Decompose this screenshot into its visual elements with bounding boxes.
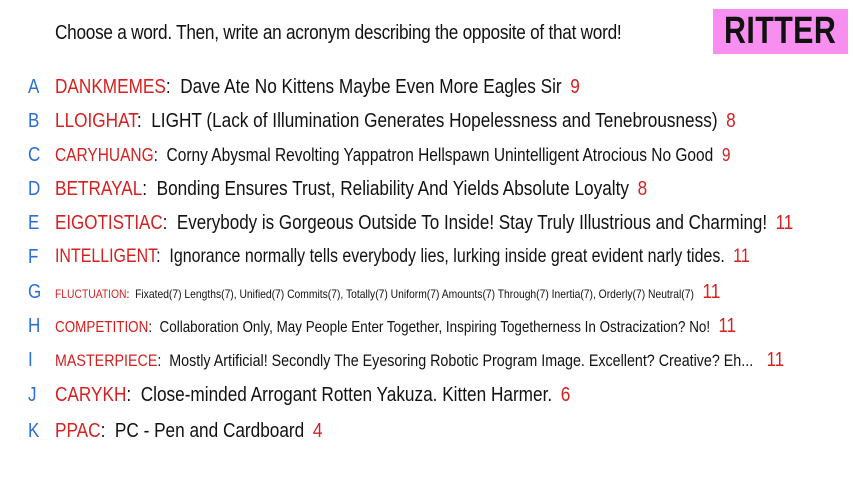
entry-acronym: Dave Ate No Kittens Maybe Even More Eagl…: [180, 76, 562, 98]
entry-acronym: Corny Abysmal Revolting Yappatron Hellsp…: [166, 145, 714, 165]
entry-letter: B: [28, 110, 40, 132]
entry-i: I MASTERPIECE: Mostly Artificial! Second…: [0, 345, 853, 375]
entry-letter: J: [28, 384, 37, 406]
entry-line: CARYHUANG: Corny Abysmal Revolting Yappa…: [55, 140, 730, 170]
entry-g: G FLUCTUATION: Fixated(7) Lengths(7), Un…: [0, 277, 853, 307]
entry-acronym: Bonding Ensures Trust, Reliability And Y…: [156, 178, 629, 200]
entry-score: 8: [726, 110, 736, 132]
entry-line: INTELLIGENT: Ignorance normally tells ev…: [55, 242, 750, 272]
entry-separator: :: [157, 351, 170, 370]
entry-separator: :: [148, 319, 160, 336]
entry-acronym: Everybody is Gorgeous Outside To Inside!…: [176, 212, 768, 234]
entry-word: LLOIGHAT: [55, 110, 137, 132]
entry-separator: :: [126, 287, 136, 301]
entry-line: PPAC: PC - Pen and Cardboard 4: [55, 416, 322, 446]
entry-letter: H: [28, 315, 41, 337]
entry-acronym: PC - Pen and Cardboard: [114, 420, 305, 442]
entry-word: CARYHUANG: [55, 145, 154, 165]
entry-e: E EIGOTISTIAC: Everybody is Gorgeous Out…: [0, 208, 853, 238]
entry-line: BETRAYAL: Bonding Ensures Trust, Reliabi…: [55, 174, 647, 204]
entry-k: K PPAC: PC - Pen and Cardboard 4: [0, 416, 853, 446]
entry-d: D BETRAYAL: Bonding Ensures Trust, Relia…: [0, 174, 853, 204]
entry-score: 11: [702, 281, 721, 303]
entry-line: COMPETITION: Collaboration Only, May Peo…: [55, 311, 736, 343]
entry-separator: :: [162, 212, 177, 234]
entry-line: EIGOTISTIAC: Everybody is Gorgeous Outsi…: [55, 208, 793, 238]
prompt-text: Choose a word. Then, write an acronym de…: [55, 22, 622, 44]
entry-word: CARYKH: [55, 384, 127, 406]
entry-word: MASTERPIECE: [55, 351, 158, 370]
entry-line: DANKMEMES: Dave Ate No Kittens Maybe Eve…: [55, 72, 580, 102]
entry-letter: D: [28, 178, 41, 200]
entry-separator: :: [165, 76, 181, 98]
entry-letter: I: [28, 349, 33, 371]
entry-score: 6: [560, 384, 571, 406]
entry-word: EIGOTISTIAC: [55, 212, 163, 234]
entry-word: INTELLIGENT: [55, 246, 157, 267]
entry-word: DANKMEMES: [55, 76, 166, 98]
entry-separator: :: [142, 178, 157, 200]
entry-separator: :: [100, 420, 115, 442]
entry-word: PPAC: [55, 420, 101, 442]
entry-acronym: Fixated(7) Lengths(7), Unified(7) Commit…: [135, 287, 694, 301]
entry-letter: F: [28, 246, 39, 268]
entry-acronym: Mostly Artificial! Secondly The Eyesorin…: [169, 351, 754, 370]
entry-acronym: Ignorance normally tells everybody lies,…: [169, 246, 725, 267]
entry-word: FLUCTUATION: [55, 287, 127, 301]
entry-letter: A: [28, 76, 40, 98]
entry-f: F INTELLIGENT: Ignorance normally tells …: [0, 242, 853, 272]
entry-word: BETRAYAL: [55, 178, 143, 200]
entry-separator: :: [136, 110, 152, 132]
entry-acronym: Collaboration Only, May People Enter Tog…: [159, 319, 711, 336]
entry-separator: :: [126, 384, 141, 406]
entry-letter: G: [28, 281, 42, 303]
entry-b: B LLOIGHAT: LIGHT (Lack of Illumination …: [0, 106, 853, 136]
entry-letter: E: [28, 212, 40, 234]
entry-c: C CARYHUANG: Corny Abysmal Revolting Yap…: [0, 140, 853, 170]
entry-separator: :: [156, 246, 170, 267]
entry-word: COMPETITION: [55, 319, 149, 336]
entry-h: H COMPETITION: Collaboration Only, May P…: [0, 311, 853, 341]
name-badge: RITTER: [713, 9, 848, 54]
entry-score: 4: [312, 420, 323, 442]
entry-line: LLOIGHAT: LIGHT (Lack of Illumination Ge…: [55, 106, 736, 136]
entry-line: FLUCTUATION: Fixated(7) Lengths(7), Unif…: [55, 277, 720, 309]
entry-line: MASTERPIECE: Mostly Artificial! Secondly…: [55, 345, 784, 376]
entry-acronym: Close-minded Arrogant Rotten Yakuza. Kit…: [140, 384, 553, 406]
entry-score: 11: [775, 212, 794, 234]
entry-score: 8: [637, 178, 648, 200]
entry-score: 11: [718, 315, 736, 337]
entry-score: 9: [721, 145, 731, 165]
entry-score: 11: [766, 349, 785, 371]
entry-acronym: LIGHT (Lack of Illumination Generates Ho…: [151, 110, 718, 132]
entry-a: A DANKMEMES: Dave Ate No Kittens Maybe E…: [0, 72, 853, 102]
entry-score: 9: [570, 76, 580, 98]
name-badge-label: RITTER: [724, 10, 837, 52]
entry-line: CARYKH: Close-minded Arrogant Rotten Yak…: [55, 380, 570, 410]
entry-letter: K: [28, 420, 40, 442]
entry-score: 11: [733, 246, 750, 267]
entry-separator: :: [153, 145, 167, 165]
entry-letter: C: [28, 144, 41, 166]
entry-j: J CARYKH: Close-minded Arrogant Rotten Y…: [0, 380, 853, 410]
